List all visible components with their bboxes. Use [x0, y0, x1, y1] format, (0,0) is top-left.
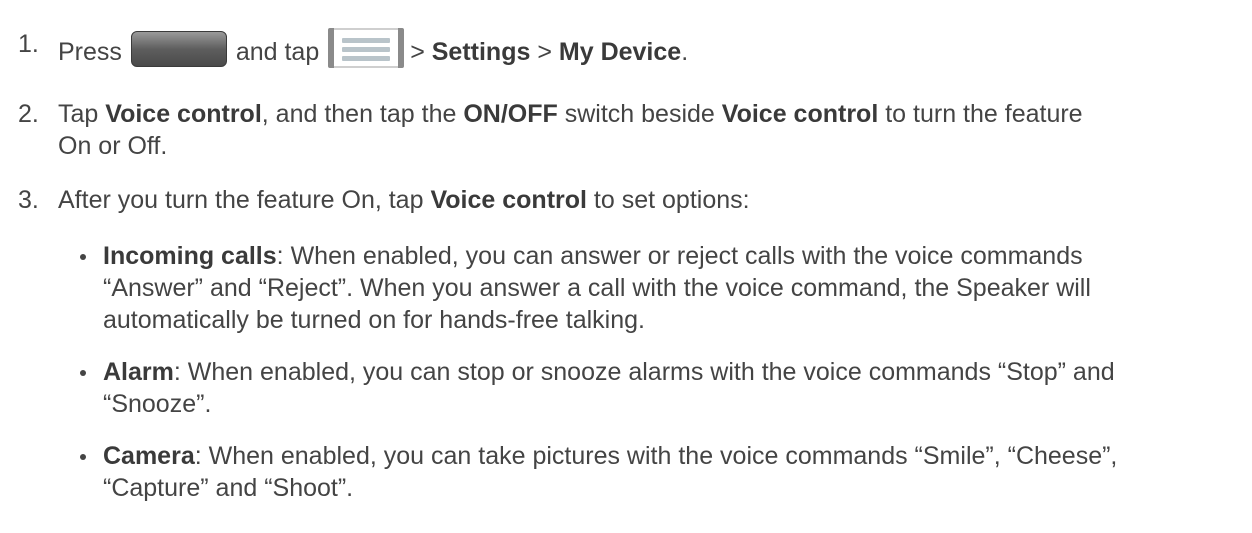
- camera-term: Camera: [103, 442, 195, 470]
- alarm-term: Alarm: [103, 358, 174, 386]
- step-number: 3.: [18, 186, 39, 214]
- onoff-label: ON/OFF: [463, 100, 558, 128]
- list-item-text: Camera: When enabled, you can take pictu…: [103, 442, 1118, 502]
- step-text: After you turn the feature On, tap Voice…: [58, 186, 750, 214]
- step-number: 2.: [18, 100, 39, 128]
- voice-control-label: Voice control: [721, 100, 879, 128]
- list-item-text: Incoming calls: When enabled, you can an…: [103, 242, 1091, 334]
- bullet-dot: [80, 254, 86, 260]
- bullet-dot: [80, 370, 86, 376]
- voice-control-label: Voice control: [105, 100, 262, 128]
- step-text: Press and tap > Settings > My Device.: [58, 28, 688, 68]
- step-number: 1.: [18, 30, 39, 58]
- menu-key-icon: [328, 28, 405, 68]
- list-item-text: Alarm: When enabled, you can stop or sno…: [103, 358, 1115, 418]
- bullet-dot: [80, 454, 86, 460]
- incoming-calls-term: Incoming calls: [103, 242, 277, 270]
- my-device-label: My Device: [558, 38, 682, 66]
- voice-control-label: Voice control: [430, 186, 587, 214]
- settings-label: Settings: [431, 38, 531, 66]
- step-text: Tap Voice control, and then tap the ON/O…: [58, 100, 1083, 160]
- home-key-icon: [130, 31, 227, 67]
